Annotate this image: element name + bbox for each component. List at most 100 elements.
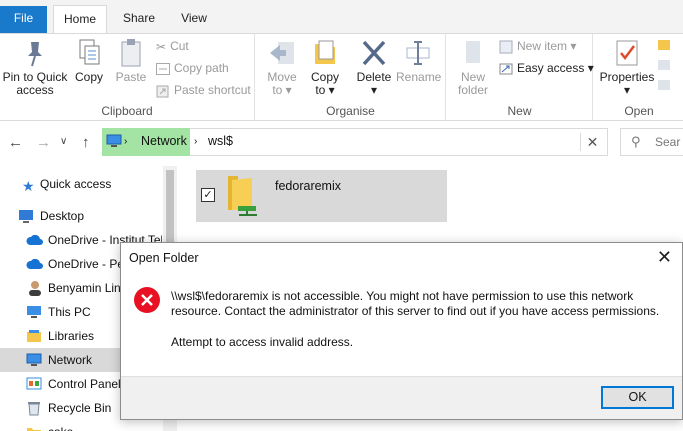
move-to-label: Move to [267,70,297,97]
nav-item-label: cake [48,420,73,431]
up-arrow-icon[interactable]: ↑ [82,134,90,151]
error-icon [134,287,160,313]
delete-x-icon [362,40,386,66]
back-arrow-icon[interactable]: ← [8,134,23,151]
dialog-message: \\wsl$\fedoraremix is not accessible. Yo… [171,289,660,318]
scissors-icon: ✂ [156,39,167,54]
close-icon[interactable]: ✕ [657,247,672,268]
properties-button[interactable]: Properties ▾ [598,38,656,97]
properties-icon [616,40,638,66]
paste-shortcut-label: Paste shortcut [174,83,251,97]
nav-item-label: Desktop [40,209,85,223]
new-folder-button[interactable]: New folder [453,38,493,97]
nav-item-label: Quick access [40,177,112,191]
search-icon: ⚲ [631,134,641,149]
new-item-icon [499,40,513,54]
nav-item-label: Network [48,353,93,367]
open-group-label: Open [624,104,654,118]
copy-to-icon [315,40,335,64]
tab-view[interactable]: View [170,5,218,33]
copy-to-button[interactable]: Copy to ▾ [306,38,344,97]
breadcrumb-wsl[interactable]: wsl$ [208,134,233,148]
paste-label: Paste [115,70,147,84]
new-item-button[interactable]: New item ▾ [499,36,576,56]
tab-share[interactable]: Share [115,5,163,33]
nav-item-label: Recycle Bin [48,401,112,415]
nav-item-label: OneDrive - Pe [48,257,125,271]
recycle-bin-icon [28,402,40,416]
copy-to-label: Copy to [310,70,339,97]
clipboard-icon [121,39,141,67]
control-panel-icon [26,377,42,390]
rename-button[interactable]: Rename [396,38,442,84]
folder-icon [27,428,41,431]
dialog-title: Open Folder [129,251,199,265]
organise-group-label: Organise [326,104,375,118]
pin-quick-access-button[interactable]: Pin to Quick access [2,38,68,97]
new-folder-label: New folder [457,70,489,97]
breadcrumb-separator-icon: › [124,136,128,147]
easy-access-icon [499,63,513,75]
checkbox[interactable]: ✓ [201,188,215,202]
breadcrumb-network[interactable]: Network [141,134,187,148]
nav-item-quick-access[interactable]: ★ Quick access [0,172,162,196]
pc-icon [27,306,41,318]
cut-label: Cut [170,39,189,53]
recent-chevron-down-icon[interactable]: ∨ [60,136,67,147]
ok-button[interactable]: OK [601,386,674,409]
tab-file[interactable]: File [0,6,47,33]
move-to-icon [270,42,294,64]
move-to-button[interactable]: Move to ▾ [262,38,302,97]
clipboard-group: Pin to Quick access Copy Paste ✂ Cut Copy… [0,34,255,121]
library-icon [27,330,41,342]
clipboard-group-label: Clipboard [101,104,153,118]
network-location-icon [106,134,122,147]
open-folder-dialog: Open Folder ✕ \\wsl$\fedoraremix is not … [120,242,683,420]
folder-name: fedoraremix [275,179,341,193]
new-group-label: New [507,104,532,118]
paste-button[interactable]: Paste [112,38,150,84]
forward-arrow-icon[interactable]: → [36,134,51,151]
dialog-footer: OK [121,376,682,419]
pin-icon [28,42,42,67]
rename-icon [406,41,430,65]
easy-access-button[interactable]: Easy access ▾ [499,58,594,78]
desktop-icon [19,210,33,223]
new-item-label: New item [517,39,568,53]
nav-item-label: Libraries [48,329,95,343]
nav-item-label: Benyamin Lin [48,281,121,295]
new-group: New folder New item ▾ Easy access ▾ New [447,34,594,121]
copy-path-label: Copy path [174,61,229,75]
delete-label: Delete [356,70,392,84]
copy-button[interactable]: Copy [71,38,107,84]
breadcrumb-separator-icon: › [194,136,198,147]
properties-label: Properties [599,70,655,84]
nav-item-label: This PC [48,305,91,319]
address-clear-icon[interactable]: ✕ [580,133,604,151]
copy-label: Copy [74,70,103,84]
search-placeholder: Sear [655,135,681,149]
organise-group: Move to ▾ Copy to ▾ Delete ▾ Rename Orga… [256,34,446,121]
tab-home[interactable]: Home [53,5,107,33]
nav-item-desktop[interactable]: Desktop [0,204,162,228]
delete-button[interactable]: Delete ▾ [354,38,394,97]
pin-label: Pin to Quick access [2,70,68,97]
copy-path-button[interactable]: Copy path [156,58,229,78]
user-icon [29,281,41,296]
ribbon: Pin to Quick access Copy Paste ✂ Cut Copy… [0,33,683,121]
cut-button[interactable]: ✂ Cut [156,36,189,56]
cloud-icon [26,258,43,269]
easy-access-label: Easy access [517,61,585,75]
open-group: Properties ▾ Open [594,34,683,121]
copy-icon [79,39,100,65]
star-icon: ★ [22,178,35,194]
dialog-detail: Attempt to access invalid address. [171,335,354,349]
ribbon-tab-bar: File Home Share View [0,0,683,33]
paste-shortcut-button[interactable]: Paste shortcut [156,80,251,100]
search-input[interactable]: ⚲ Sear [620,128,683,156]
nav-item-cake[interactable]: cake [0,420,162,431]
rename-label: Rename [396,70,442,84]
nav-item-label: Control Panel [48,377,121,391]
copy-path-icon [156,62,170,75]
open-icon [658,40,670,90]
